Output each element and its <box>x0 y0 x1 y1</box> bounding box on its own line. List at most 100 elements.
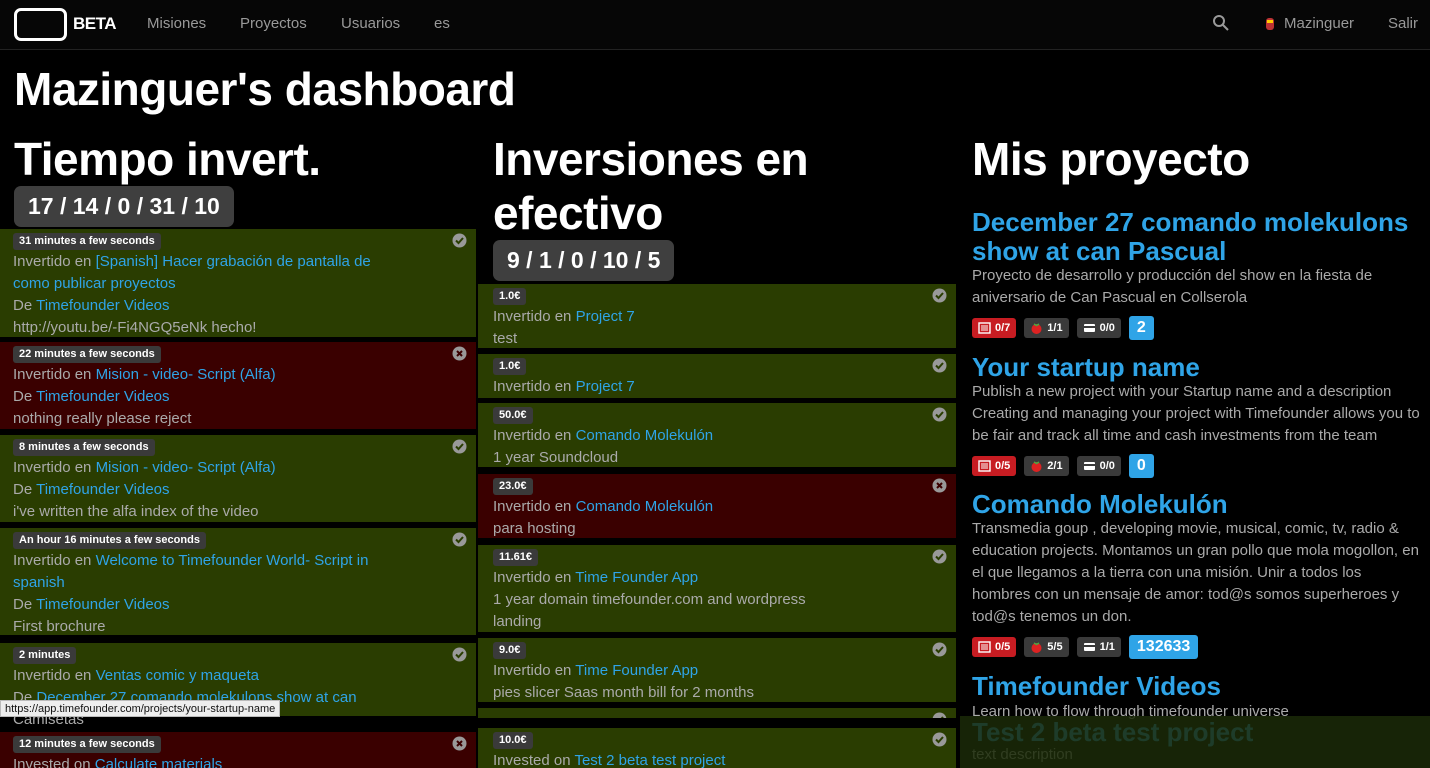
check-circle-icon[interactable] <box>932 642 947 657</box>
amount-badge: 50.0€ <box>493 407 533 424</box>
task-link[interactable]: Calculate materials <box>95 756 223 768</box>
project-title-link[interactable]: December 27 comando molekulons show at c… <box>972 208 1422 266</box>
amount-badge: 9.0€ <box>493 642 527 659</box>
project-link[interactable]: Timefounder Videos <box>36 481 169 498</box>
status-url-tooltip: https://app.timefounder.com/projects/you… <box>0 700 281 717</box>
user-menu[interactable]: Mazinguer <box>1262 15 1354 32</box>
project-count-badge[interactable]: 2 <box>1128 316 1154 340</box>
search-icon[interactable] <box>1212 14 1230 32</box>
de-label: De <box>13 388 33 405</box>
pill-value: 2/1 <box>1047 460 1063 472</box>
credit-card-icon <box>1083 462 1095 470</box>
nav-misiones[interactable]: Misiones <box>147 15 206 32</box>
project-link[interactable]: Test 2 beta test project <box>574 752 725 768</box>
cash-investment-card: 11.61€ Invertido en Time Founder App 1 yea… <box>478 545 956 632</box>
investment-target-line: Invertido en Mision - video- Script (Alf… <box>13 457 393 479</box>
list-icon <box>978 460 991 472</box>
navbar: BETA Misiones Proyectos Usuarios es Mazi… <box>0 0 1430 50</box>
tomato-icon <box>1031 642 1042 653</box>
pill-value: 0/0 <box>1099 460 1115 472</box>
time-investment-card: An hour 16 minutes a few seconds Invertid… <box>0 528 476 635</box>
invested-in-label: Invertido en <box>13 459 92 476</box>
investment-note: para hosting <box>493 520 576 537</box>
project-link[interactable]: Project 7 <box>576 308 635 325</box>
invested-in-label: Invertido en <box>493 498 572 515</box>
task-link[interactable]: Mision - video- Script (Alfa) <box>96 459 276 476</box>
check-circle-icon[interactable] <box>932 407 947 422</box>
project-link[interactable]: Time Founder App <box>575 662 698 679</box>
check-circle-icon[interactable] <box>932 549 947 564</box>
investment-note: First brochure <box>13 618 106 635</box>
investment-note: 1 year domain timefounder.com and wordpr… <box>493 591 806 630</box>
investment-note: test <box>493 330 518 347</box>
invested-in-label: Invertido en <box>493 427 572 444</box>
tasks-badge: 0/5 <box>972 637 1017 657</box>
list-overlay <box>960 716 1430 768</box>
pill-value: 5/5 <box>1047 641 1063 653</box>
invested-in-label: Invertido en <box>13 366 92 383</box>
check-circle-icon[interactable] <box>452 233 467 248</box>
cash-badge: 0/0 <box>1076 318 1121 338</box>
nav-proyectos[interactable]: Proyectos <box>240 15 307 32</box>
check-circle-icon[interactable] <box>452 532 467 547</box>
cash-investment-card: 23.0€ Invertido en Comando Molekulón para … <box>478 474 956 538</box>
logo[interactable] <box>14 8 67 41</box>
project-title-link[interactable]: Timefounder Videos <box>972 672 1422 701</box>
investment-target-line: Invertido en Comando Molekulón <box>493 425 956 447</box>
project-title-link[interactable]: Your startup name <box>972 353 1422 382</box>
cash-badge: 0/0 <box>1076 456 1121 476</box>
project-link[interactable]: Project 7 <box>576 378 635 395</box>
logout-link[interactable]: Salir <box>1388 15 1418 32</box>
cash-investment-card: 1.0€ Invertido en Project 7 <box>478 354 956 398</box>
investment-target-line: Invertido en Project 7 <box>493 376 956 398</box>
project-count-badge[interactable]: 132633 <box>1128 635 1199 659</box>
project-link[interactable]: Timefounder Videos <box>36 297 169 314</box>
time-investment-card: 22 minutes a few seconds Invertido en Mis… <box>0 342 476 429</box>
nav-language[interactable]: es <box>434 15 450 32</box>
cash-column-title-line2: efectivo <box>493 187 663 239</box>
time-investment-card: 8 minutes a few seconds Invertido en Misi… <box>0 435 476 522</box>
investment-target-line: Invertido en [Spanish] Hacer grabación d… <box>13 251 393 295</box>
check-circle-icon[interactable] <box>452 647 467 662</box>
remove-circle-icon[interactable] <box>452 346 467 361</box>
project-link[interactable]: Comando Molekulón <box>576 498 714 515</box>
task-link[interactable]: Ventas comic y maqueta <box>96 667 259 684</box>
project-description: Publish a new project with your Startup … <box>972 383 1420 444</box>
investment-target-line: Invertido en Project 7 <box>493 306 956 328</box>
investment-target-line: Invertido en Welcome to Timefounder Worl… <box>13 550 393 594</box>
pill-value: 0/5 <box>995 460 1011 472</box>
duration-badge: An hour 16 minutes a few seconds <box>13 532 206 549</box>
amount-badge: 10.0€ <box>493 732 533 749</box>
remove-circle-icon[interactable] <box>932 478 947 493</box>
invested-in-label: Invertido en <box>493 569 572 586</box>
amount-badge: 1.0€ <box>493 358 527 375</box>
tasks-badge: 0/5 <box>972 456 1017 476</box>
de-label: De <box>13 596 33 613</box>
project-link[interactable]: Time Founder App <box>575 569 698 586</box>
project-link[interactable]: Timefounder Videos <box>36 388 169 405</box>
credit-card-icon <box>1083 643 1095 651</box>
project-title-link[interactable]: Comando Molekulón <box>972 490 1422 519</box>
duration-badge: 2 minutes <box>13 647 77 664</box>
user-avatar-icon <box>1266 17 1274 30</box>
duration-badge: 22 minutes a few seconds <box>13 346 161 363</box>
check-circle-icon[interactable] <box>452 439 467 454</box>
project-link[interactable]: Timefounder Videos <box>36 596 169 613</box>
check-circle-icon[interactable] <box>932 732 947 747</box>
pill-value: 0/5 <box>995 641 1011 653</box>
cash-investment-card <box>478 708 956 718</box>
check-circle-icon[interactable] <box>932 288 947 303</box>
invested-in-label: Invertido en <box>13 667 92 684</box>
project-link[interactable]: Comando Molekulón <box>576 427 714 444</box>
task-link[interactable]: Mision - video- Script (Alfa) <box>96 366 276 383</box>
time-investment-card: 31 minutes a few seconds Invertido en [Sp… <box>0 229 476 337</box>
remove-circle-icon[interactable] <box>452 736 467 751</box>
brand-label[interactable]: BETA <box>73 14 117 34</box>
de-label: De <box>13 297 33 314</box>
check-circle-icon[interactable] <box>932 712 947 718</box>
check-circle-icon[interactable] <box>932 358 947 373</box>
invested-in-label: Invested on <box>13 756 91 768</box>
pill-value: 0/7 <box>995 322 1011 334</box>
nav-usuarios[interactable]: Usuarios <box>341 15 400 32</box>
project-count-badge[interactable]: 0 <box>1128 454 1154 478</box>
